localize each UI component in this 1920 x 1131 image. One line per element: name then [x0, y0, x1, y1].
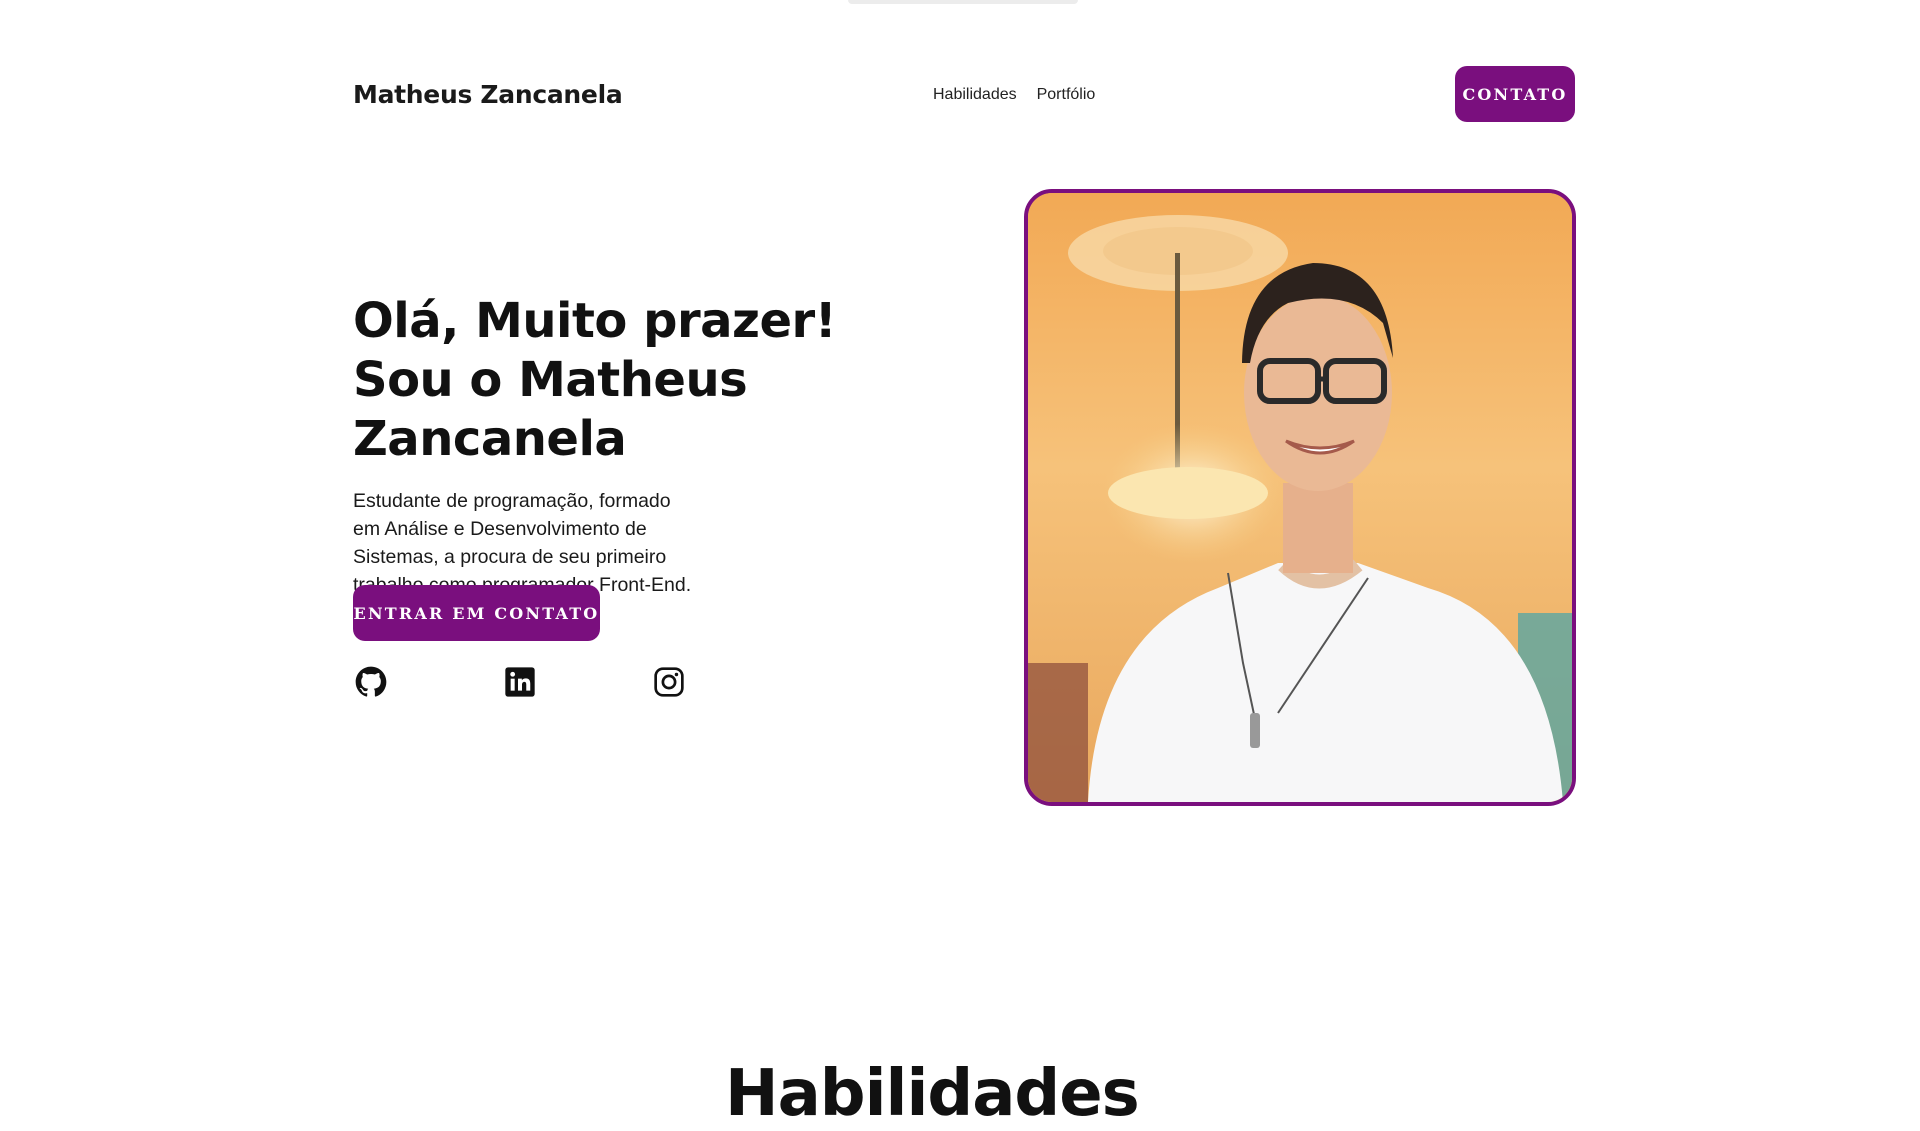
hero-title: Olá, Muito prazer! Sou o Matheus Zancane…	[353, 292, 1033, 469]
social-links	[353, 664, 753, 704]
hero-title-line1: Olá, Muito prazer!	[353, 293, 837, 349]
site-header: Matheus Zancanela Habilidades Portfólio …	[353, 66, 1575, 124]
hero-title-line2: Sou o Matheus Zancanela	[353, 352, 748, 467]
main-nav: Habilidades Portfólio	[933, 86, 1095, 104]
top-shade	[848, 0, 1078, 4]
hero-description: Estudante de programação, formado em Aná…	[353, 490, 692, 596]
hero-intro: Olá, Muito prazer! Sou o Matheus Zancane…	[353, 292, 1033, 697]
profile-photo	[1024, 189, 1576, 806]
nav-link-portfolio[interactable]: Portfólio	[1037, 86, 1096, 104]
linkedin-icon[interactable]	[502, 664, 538, 700]
skills-section-title: Habilidades	[725, 1057, 1140, 1131]
nav-link-habilidades[interactable]: Habilidades	[933, 86, 1017, 104]
brand-name[interactable]: Matheus Zancanela	[353, 80, 623, 109]
get-in-touch-button[interactable]: Entrar em contato	[353, 585, 600, 641]
contact-button[interactable]: Contato	[1455, 66, 1575, 122]
github-icon[interactable]	[353, 664, 389, 700]
instagram-icon[interactable]	[651, 664, 687, 700]
